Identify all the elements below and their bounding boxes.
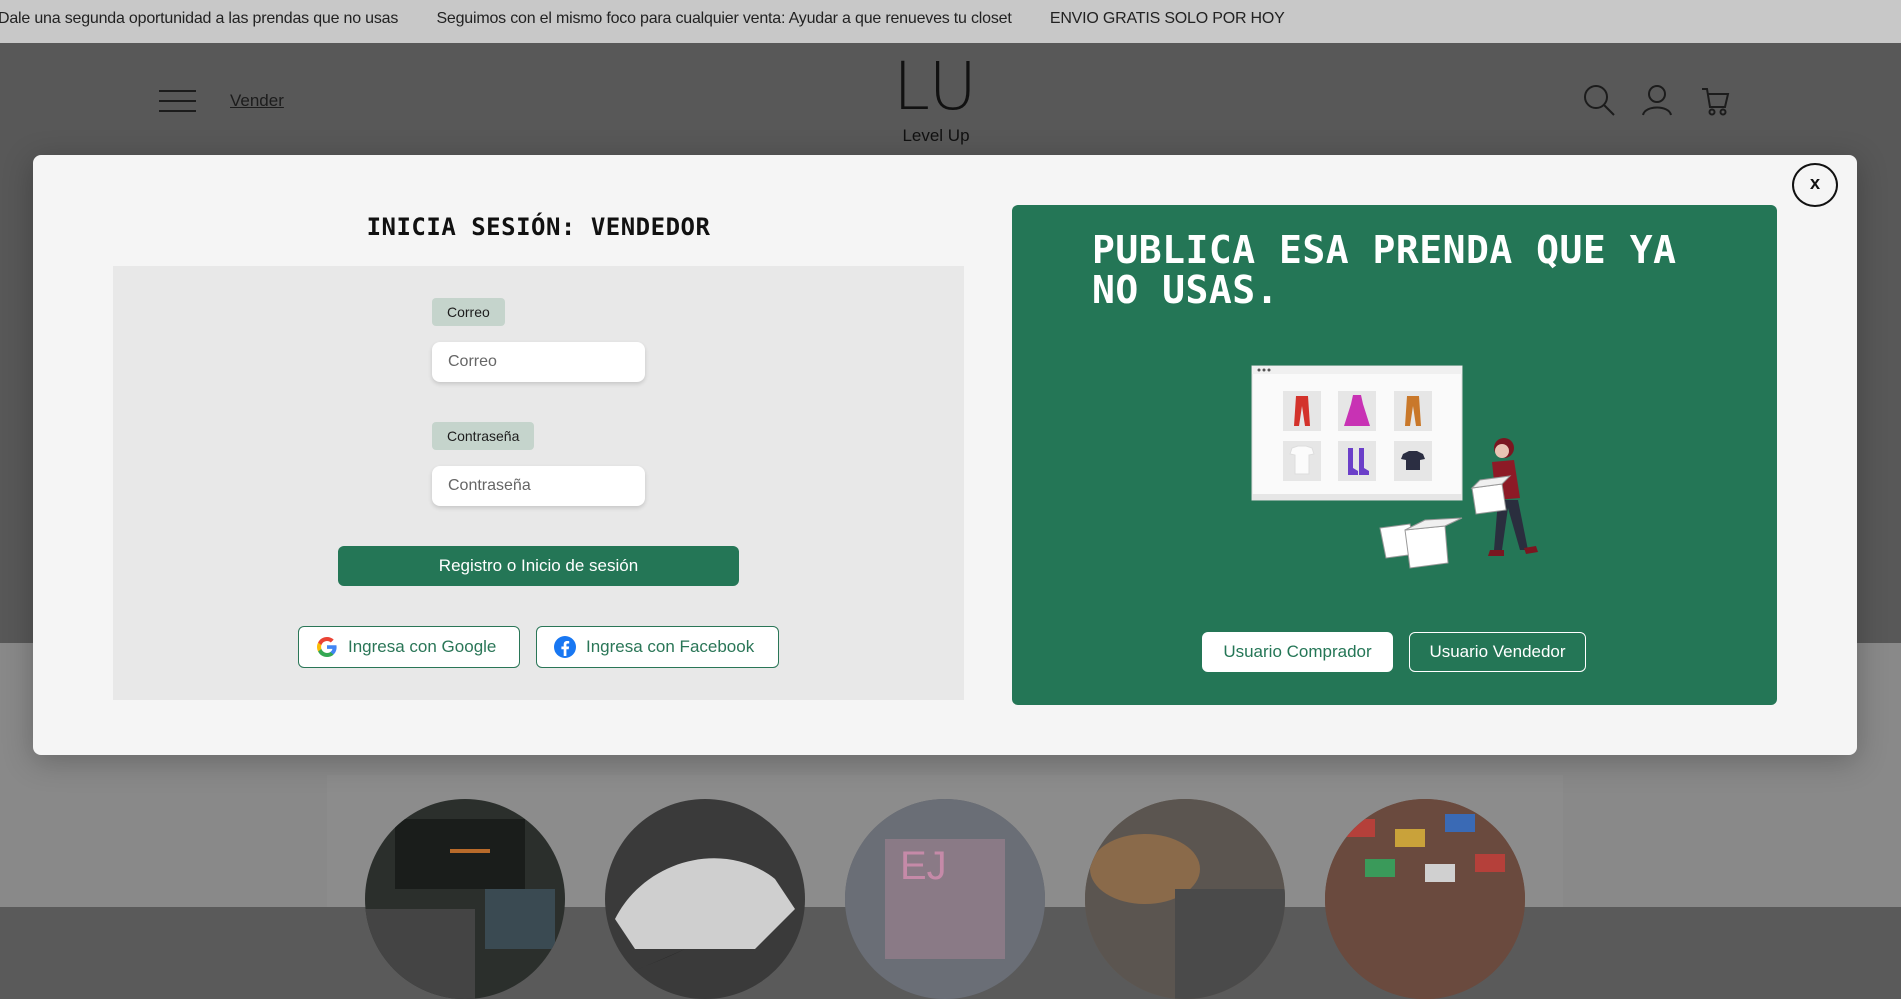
user-icon[interactable] [1641, 83, 1673, 122]
svg-text:EJ: EJ [900, 844, 947, 888]
facebook-icon [554, 636, 576, 658]
facebook-login-button[interactable]: Ingresa con Facebook [536, 626, 779, 668]
online-store-illustration [1240, 358, 1550, 585]
category-electronics[interactable] [365, 799, 565, 999]
buyer-user-button[interactable]: Usuario Comprador [1202, 632, 1393, 672]
category-clothing[interactable]: EJ [845, 799, 1045, 999]
category-sneakers[interactable] [605, 799, 805, 999]
announcement-message: Seguimos con el mismo foco para cualquie… [436, 10, 1012, 27]
login-submit-button[interactable]: Registro o Inicio de sesión [338, 546, 739, 586]
announcement-bar: Dale una segunda oportunidad a las prend… [0, 0, 1901, 43]
vender-link[interactable]: Vender [230, 91, 284, 111]
password-field[interactable] [432, 466, 645, 506]
search-icon[interactable] [1582, 83, 1616, 122]
google-login-label: Ingresa con Google [348, 637, 497, 656]
announcement-message: ENVIO GRATIS SOLO POR HOY [1049, 10, 1285, 27]
email-field[interactable] [432, 342, 645, 382]
google-login-button[interactable]: Ingresa con Google [298, 626, 520, 668]
announcement-message: Dale una segunda oportunidad a las prend… [0, 10, 399, 27]
password-label: Contraseña [432, 422, 535, 450]
logo-mark: LU [893, 48, 979, 125]
google-icon [317, 637, 337, 657]
close-button[interactable]: x [1792, 163, 1838, 207]
seller-user-button[interactable]: Usuario Vendedor [1409, 632, 1586, 672]
cart-icon[interactable] [1700, 83, 1730, 122]
category-accessories[interactable] [1085, 799, 1285, 999]
category-toys[interactable] [1325, 799, 1525, 999]
facebook-login-label: Ingresa con Facebook [586, 637, 755, 656]
promo-title: PUBLICA ESA PRENDA QUE YA NO USAS. [1092, 228, 1677, 312]
logo-subtitle: Level Up [902, 126, 970, 145]
login-title: INICIA SESIÓN: VENDEDOR [366, 213, 711, 241]
logo[interactable]: LU Level Up [880, 52, 992, 146]
hamburger-menu-icon[interactable] [159, 90, 196, 112]
email-label: Correo [432, 298, 505, 326]
